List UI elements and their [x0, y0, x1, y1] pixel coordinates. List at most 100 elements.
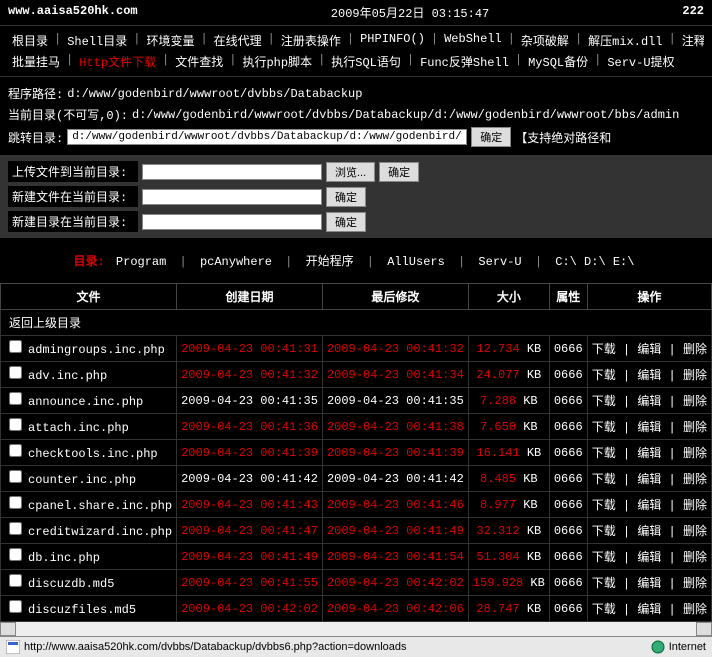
file-name[interactable]: counter.inc.php: [28, 473, 136, 487]
file-name[interactable]: cpanel.share.inc.php: [28, 499, 172, 513]
dl-link[interactable]: 下载: [592, 395, 616, 409]
file-checkbox[interactable]: [9, 496, 22, 509]
ed-link[interactable]: 编辑: [637, 551, 661, 565]
quick-link[interactable]: Serv-U: [474, 255, 525, 269]
file-checkbox[interactable]: [9, 392, 22, 405]
dl-link[interactable]: 下载: [592, 603, 616, 617]
del-link[interactable]: 删除: [683, 603, 707, 617]
column-header: 文件: [1, 284, 177, 310]
file-checkbox[interactable]: [9, 522, 22, 535]
newfile-input[interactable]: [142, 189, 322, 205]
dl-link[interactable]: 下载: [592, 551, 616, 565]
quick-link[interactable]: 开始程序: [302, 255, 358, 269]
ed-link[interactable]: 编辑: [637, 395, 661, 409]
dl-link[interactable]: 下载: [592, 447, 616, 461]
file-checkbox[interactable]: [9, 470, 22, 483]
newdir-input[interactable]: [142, 214, 322, 230]
file-name[interactable]: attach.inc.php: [28, 421, 129, 435]
del-link[interactable]: 删除: [683, 395, 707, 409]
file-actions: 下载 | 编辑 | 删除: [587, 388, 711, 414]
menu-item[interactable]: Http文件下载: [75, 53, 160, 70]
del-link[interactable]: 删除: [683, 551, 707, 565]
dl-link[interactable]: 下载: [592, 473, 616, 487]
table-row: creditwizard.inc.php2009-04-23 00:41:472…: [1, 518, 712, 544]
back-row[interactable]: 返回上级目录: [1, 310, 712, 336]
quick-link[interactable]: Program: [112, 255, 170, 269]
ed-link[interactable]: 编辑: [637, 369, 661, 383]
newdir-confirm-button[interactable]: 确定: [326, 212, 366, 232]
scroll-right-button[interactable]: [696, 622, 712, 636]
file-name[interactable]: db.inc.php: [28, 551, 100, 565]
menu-item[interactable]: Shell目录: [63, 32, 131, 49]
file-checkbox[interactable]: [9, 444, 22, 457]
quicklinks-label: 目录:: [74, 255, 105, 269]
dl-link[interactable]: 下载: [592, 421, 616, 435]
menu-item[interactable]: MySQL备份: [524, 53, 592, 70]
file-name[interactable]: adv.inc.php: [28, 369, 107, 383]
ed-link[interactable]: 编辑: [637, 499, 661, 513]
menu-item[interactable]: WebShell: [440, 32, 506, 49]
menu-item[interactable]: Serv-U提权: [603, 53, 678, 70]
ed-link[interactable]: 编辑: [637, 447, 661, 461]
quick-link[interactable]: C:\ D:\ E:\: [551, 255, 638, 269]
path-section: 程序路径: d:/www/godenbird/wwwroot/dvbbs/Dat…: [0, 77, 712, 155]
upload-input[interactable]: [142, 164, 322, 180]
upload-confirm-button[interactable]: 确定: [379, 162, 419, 182]
file-name[interactable]: checktools.inc.php: [28, 447, 158, 461]
dl-link[interactable]: 下载: [592, 577, 616, 591]
menu-item[interactable]: PHPINFO(): [356, 32, 429, 49]
file-name[interactable]: announce.inc.php: [28, 395, 143, 409]
del-link[interactable]: 删除: [683, 525, 707, 539]
menu-item[interactable]: 环境变量: [142, 32, 198, 49]
menu-item[interactable]: 解压mix.dll: [584, 32, 666, 49]
menu-item[interactable]: 注释: [678, 32, 704, 49]
del-link[interactable]: 删除: [683, 577, 707, 591]
modified-date: 2009-04-23 00:41:49: [322, 518, 468, 544]
browse-button[interactable]: 浏览...: [326, 162, 375, 182]
ed-link[interactable]: 编辑: [637, 473, 661, 487]
ed-link[interactable]: 编辑: [637, 525, 661, 539]
file-name[interactable]: discuzfiles.md5: [28, 603, 136, 617]
del-link[interactable]: 删除: [683, 473, 707, 487]
dl-link[interactable]: 下载: [592, 343, 616, 357]
quick-link[interactable]: AllUsers: [383, 255, 449, 269]
dl-link[interactable]: 下载: [592, 499, 616, 513]
menu-item[interactable]: 注册表操作: [277, 32, 345, 49]
menu-item[interactable]: 在线代理: [210, 32, 266, 49]
ed-link[interactable]: 编辑: [637, 603, 661, 617]
jump-input[interactable]: [67, 129, 467, 145]
file-checkbox[interactable]: [9, 574, 22, 587]
file-checkbox[interactable]: [9, 366, 22, 379]
ed-link[interactable]: 编辑: [637, 421, 661, 435]
menu-item[interactable]: 执行SQL语句: [327, 53, 405, 70]
del-link[interactable]: 删除: [683, 421, 707, 435]
file-name[interactable]: discuzdb.md5: [28, 577, 114, 591]
menu-item[interactable]: 杂项破解: [517, 32, 573, 49]
del-link[interactable]: 删除: [683, 447, 707, 461]
dl-link[interactable]: 下载: [592, 525, 616, 539]
file-checkbox[interactable]: [9, 600, 22, 613]
file-name[interactable]: creditwizard.inc.php: [28, 525, 172, 539]
menu-item[interactable]: 执行php脚本: [238, 53, 316, 70]
menu-item[interactable]: 根目录: [8, 32, 52, 49]
dl-link[interactable]: 下载: [592, 369, 616, 383]
newfile-confirm-button[interactable]: 确定: [326, 187, 366, 207]
horizontal-scrollbar[interactable]: [0, 622, 712, 636]
scroll-left-button[interactable]: [0, 622, 16, 636]
del-link[interactable]: 删除: [683, 369, 707, 383]
jump-confirm-button[interactable]: 确定: [471, 127, 511, 147]
del-link[interactable]: 删除: [683, 343, 707, 357]
scroll-track[interactable]: [16, 622, 696, 636]
file-name[interactable]: admingroups.inc.php: [28, 343, 165, 357]
file-checkbox[interactable]: [9, 418, 22, 431]
ed-link[interactable]: 编辑: [637, 343, 661, 357]
file-checkbox[interactable]: [9, 340, 22, 353]
file-checkbox[interactable]: [9, 548, 22, 561]
menu-item[interactable]: 文件查找: [171, 53, 227, 70]
back-link[interactable]: 返回上级目录: [1, 310, 712, 336]
del-link[interactable]: 删除: [683, 499, 707, 513]
quick-link[interactable]: pcAnywhere: [196, 255, 276, 269]
menu-item[interactable]: 批量挂马: [8, 53, 64, 70]
menu-item[interactable]: Func反弹Shell: [416, 53, 513, 70]
ed-link[interactable]: 编辑: [637, 577, 661, 591]
